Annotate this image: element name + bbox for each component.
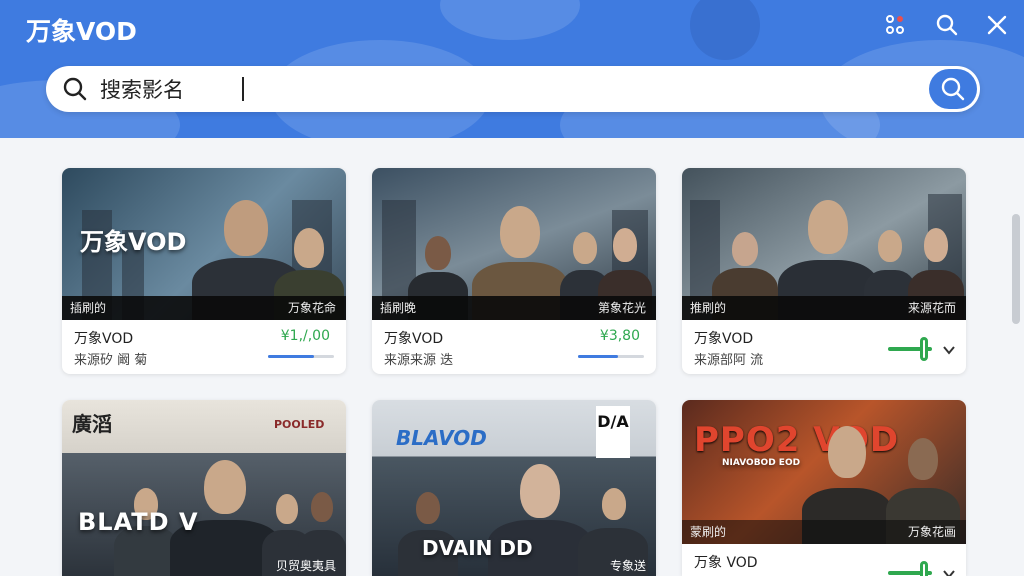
poster-logo: 万象VOD — [80, 228, 187, 256]
poster-image: 万象VOD 插刷的 万象花命 — [62, 168, 346, 320]
poster-tag: 贝贸奥夷具 — [275, 559, 336, 573]
search-icon — [63, 77, 87, 101]
search-icon — [941, 77, 965, 101]
scrollbar[interactable] — [1012, 214, 1020, 324]
quality-slider[interactable] — [888, 561, 934, 576]
results-grid: 万象VOD 插刷的 万象花命 万象VOD 来源矽 阚 菊 ¥1,/,00 插刷晚… — [0, 138, 1024, 576]
poster-image: 插刷晚 第象花光 — [372, 168, 656, 320]
card-info: 万象VOD 来源矽 阚 菊 ¥1,/,00 — [62, 320, 346, 374]
slider-handle[interactable] — [920, 561, 928, 576]
header-decor — [440, 0, 580, 40]
video-card[interactable]: 廣滔 POOLED BLATD V 贝贸奥夷具 — [62, 400, 346, 576]
card-source: 来源矽 阚 菊 — [74, 353, 148, 368]
poster-caption-bar: 插刷的 万象花命 — [62, 296, 346, 320]
search-submit-button[interactable] — [929, 69, 977, 109]
search-input[interactable] — [100, 74, 900, 104]
card-source: 来源部阿 流 — [694, 353, 764, 368]
video-card[interactable]: 推刷的 来源花而 万象VOD 来源部阿 流 — [682, 168, 966, 374]
chevron-down-icon[interactable] — [942, 344, 956, 356]
poster-tag: 专象送 — [609, 559, 646, 573]
slider-handle[interactable] — [920, 337, 928, 361]
video-card[interactable]: PPO2 VOD NIAVOBOD EOD 蒙刷的 万象花画 万象 VOD — [682, 400, 966, 576]
header-search-icon[interactable] — [934, 12, 960, 38]
poster-image: 廣滔 POOLED BLATD V 贝贸奥夷具 — [62, 400, 346, 576]
poster-tag: 第象花光 — [597, 301, 646, 315]
poster-tag: 插刷的 — [70, 301, 107, 315]
poster-caption-bar: 推刷的 来源花而 — [682, 296, 966, 320]
video-card[interactable]: 插刷晚 第象花光 万象VOD 来源来源 迭 ¥3,80 — [372, 168, 656, 374]
poster-tag: 来源花而 — [907, 301, 956, 315]
progress-bar — [268, 355, 334, 358]
card-title: 万象VOD — [74, 331, 134, 347]
app-title: 万象VOD — [26, 17, 137, 46]
poster-tag: 蒙刷的 — [690, 525, 727, 539]
poster-corner-text: D/A — [596, 406, 630, 458]
header-decor — [690, 0, 760, 60]
poster-heading: NIAVOBOD EOD — [722, 458, 801, 468]
poster-tag: 万象花命 — [287, 301, 336, 315]
video-card[interactable]: BLAVOD D/A DVAIN DD 专象送 — [372, 400, 656, 576]
palette-icon[interactable] — [882, 12, 908, 38]
poster-image: BLAVOD D/A DVAIN DD 专象送 — [372, 400, 656, 576]
card-price: ¥3,80 — [599, 328, 640, 344]
progress-bar — [578, 355, 644, 358]
poster-tag: 万象花画 — [907, 525, 956, 539]
poster-tag: 推刷的 — [690, 301, 727, 315]
poster-caption-bar: 插刷晚 第象花光 — [372, 296, 656, 320]
search-bar — [46, 66, 980, 112]
chevron-down-icon[interactable] — [942, 568, 956, 576]
poster-caption-bar: 蒙刷的 万象花画 — [682, 520, 966, 544]
card-title: 万象 VOD — [694, 555, 758, 571]
close-icon[interactable] — [984, 12, 1010, 38]
card-source: 来源来源 迭 — [384, 353, 454, 368]
poster-image: PPO2 VOD NIAVOBOD EOD 蒙刷的 万象花画 — [682, 400, 966, 544]
card-title: 万象VOD — [384, 331, 444, 347]
video-card[interactable]: 万象VOD 插刷的 万象花命 万象VOD 来源矽 阚 菊 ¥1,/,00 — [62, 168, 346, 374]
poster-corner-text: POOLED — [274, 418, 325, 431]
poster-logo: DVAIN DD — [422, 536, 533, 560]
card-info: 万象 VOD — [682, 544, 966, 576]
card-title: 万象VOD — [694, 331, 754, 347]
poster-image: 推刷的 来源花而 — [682, 168, 966, 320]
poster-tag: 插刷晚 — [380, 301, 417, 315]
header: 万象VOD — [0, 0, 1024, 138]
card-price: ¥1,/,00 — [280, 328, 330, 344]
poster-heading: 廣滔 — [72, 412, 112, 436]
poster-logo: BLATD V — [78, 508, 199, 536]
card-info: 万象VOD 来源来源 迭 ¥3,80 — [372, 320, 656, 374]
poster-heading: BLAVOD — [396, 426, 487, 450]
card-info: 万象VOD 来源部阿 流 — [682, 320, 966, 374]
text-caret — [242, 77, 244, 101]
quality-slider[interactable] — [888, 337, 934, 361]
